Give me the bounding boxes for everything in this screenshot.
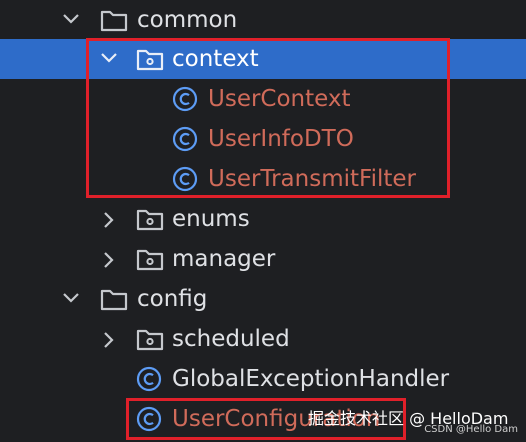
folder-icon — [100, 0, 128, 40]
tree-label-context: context — [172, 46, 259, 72]
watermark-sub: CSDN @Hello Dam — [424, 424, 518, 435]
tree-row-global-exception-handler[interactable]: GlobalExceptionHandler — [0, 359, 526, 399]
class-icon — [136, 399, 162, 439]
class-icon — [172, 119, 198, 159]
tree-row-config[interactable]: config — [0, 279, 526, 319]
tree-row-enums[interactable]: enums — [0, 199, 526, 239]
package-folder-icon — [136, 239, 164, 279]
tree-label-user-context: UserContext — [208, 86, 351, 112]
package-folder-icon — [136, 199, 164, 239]
chevron-right-icon[interactable] — [102, 319, 124, 359]
tree-label-user-info-dto: UserInfoDTO — [208, 126, 354, 152]
package-folder-icon — [136, 319, 164, 359]
tree-row-manager[interactable]: manager — [0, 239, 526, 279]
tree-label-config: config — [137, 286, 208, 312]
chevron-right-icon[interactable] — [102, 239, 124, 279]
package-folder-icon — [136, 39, 164, 79]
class-icon — [172, 79, 198, 119]
tree-row-scheduled[interactable]: scheduled — [0, 319, 526, 359]
tree-label-scheduled: scheduled — [172, 326, 290, 352]
chevron-right-icon[interactable] — [102, 199, 124, 239]
chevron-down-icon[interactable] — [100, 39, 122, 79]
tree-label-enums: enums — [172, 206, 250, 232]
tree-label-global-exception-handler: GlobalExceptionHandler — [172, 366, 450, 392]
chevron-down-icon[interactable] — [62, 279, 84, 319]
tree-label-manager: manager — [172, 246, 276, 272]
class-icon — [136, 359, 162, 399]
tree-row-user-transmit-filter[interactable]: UserTransmitFilter — [0, 159, 526, 199]
folder-icon — [100, 279, 128, 319]
tree-row-user-info-dto[interactable]: UserInfoDTO — [0, 119, 526, 159]
chevron-down-icon[interactable] — [62, 0, 84, 40]
tree-label-common: common — [137, 7, 238, 33]
tree-row-user-context[interactable]: UserContext — [0, 79, 526, 119]
class-icon — [172, 159, 198, 199]
tree-label-user-transmit-filter: UserTransmitFilter — [208, 166, 416, 192]
tree-row-context[interactable]: context — [0, 39, 526, 79]
tree-row-common[interactable]: common — [0, 0, 526, 40]
